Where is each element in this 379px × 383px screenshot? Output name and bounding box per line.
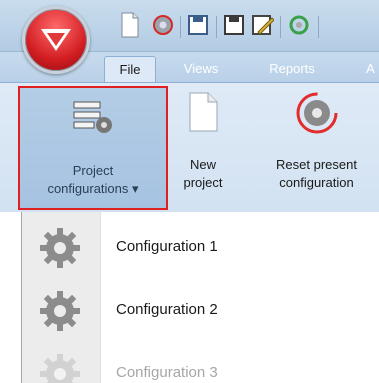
reset-icon[interactable] (152, 12, 173, 38)
menu-item-label: Configuration 2 (116, 301, 218, 318)
new-project-label: New project (183, 157, 223, 190)
refresh-icon[interactable] (288, 12, 309, 38)
brand-logo-icon (41, 29, 71, 51)
menu-item-configuration-2[interactable]: Configuration 2 (22, 281, 379, 339)
project-configurations-menu: Configuration 1 Configuration 2 Configur… (21, 212, 379, 383)
edit-icon[interactable] (252, 12, 275, 38)
blank-document-icon (186, 91, 220, 138)
gear-icon (38, 352, 82, 383)
menu-item-label: Configuration 1 (116, 238, 218, 255)
gear-icon (38, 226, 82, 275)
menu-item-configuration-3: Configuration 3 (22, 344, 379, 383)
new-project-button[interactable]: New project (172, 83, 234, 213)
reset-present-configuration-button[interactable]: Reset present configuration (254, 83, 379, 213)
ribbon-panel: Project configurations ▾ New project Res… (0, 82, 379, 212)
menu-item-label: Configuration 3 (116, 364, 218, 381)
save-icon[interactable] (188, 12, 208, 38)
tab-views[interactable]: Views (176, 56, 226, 82)
tab-reports[interactable]: Reports (262, 56, 322, 82)
project-configurations-label: Project configurations ▾ (47, 163, 139, 196)
project-list-gear-icon (71, 96, 115, 141)
tab-truncated[interactable]: A (362, 56, 379, 82)
tab-file[interactable]: File (104, 56, 156, 82)
app-window: File Views Reports A Project configurati… (0, 0, 379, 383)
reset-present-configuration-label: Reset present configuration (276, 157, 357, 190)
application-menu-button[interactable] (22, 6, 90, 74)
gear-icon (38, 289, 82, 338)
project-configurations-button[interactable]: Project configurations ▾ (18, 86, 168, 210)
document-icon[interactable] (120, 12, 140, 38)
reset-gear-icon (295, 91, 339, 140)
menu-item-configuration-1[interactable]: Configuration 1 (22, 218, 379, 276)
save-as-icon[interactable] (224, 12, 244, 38)
